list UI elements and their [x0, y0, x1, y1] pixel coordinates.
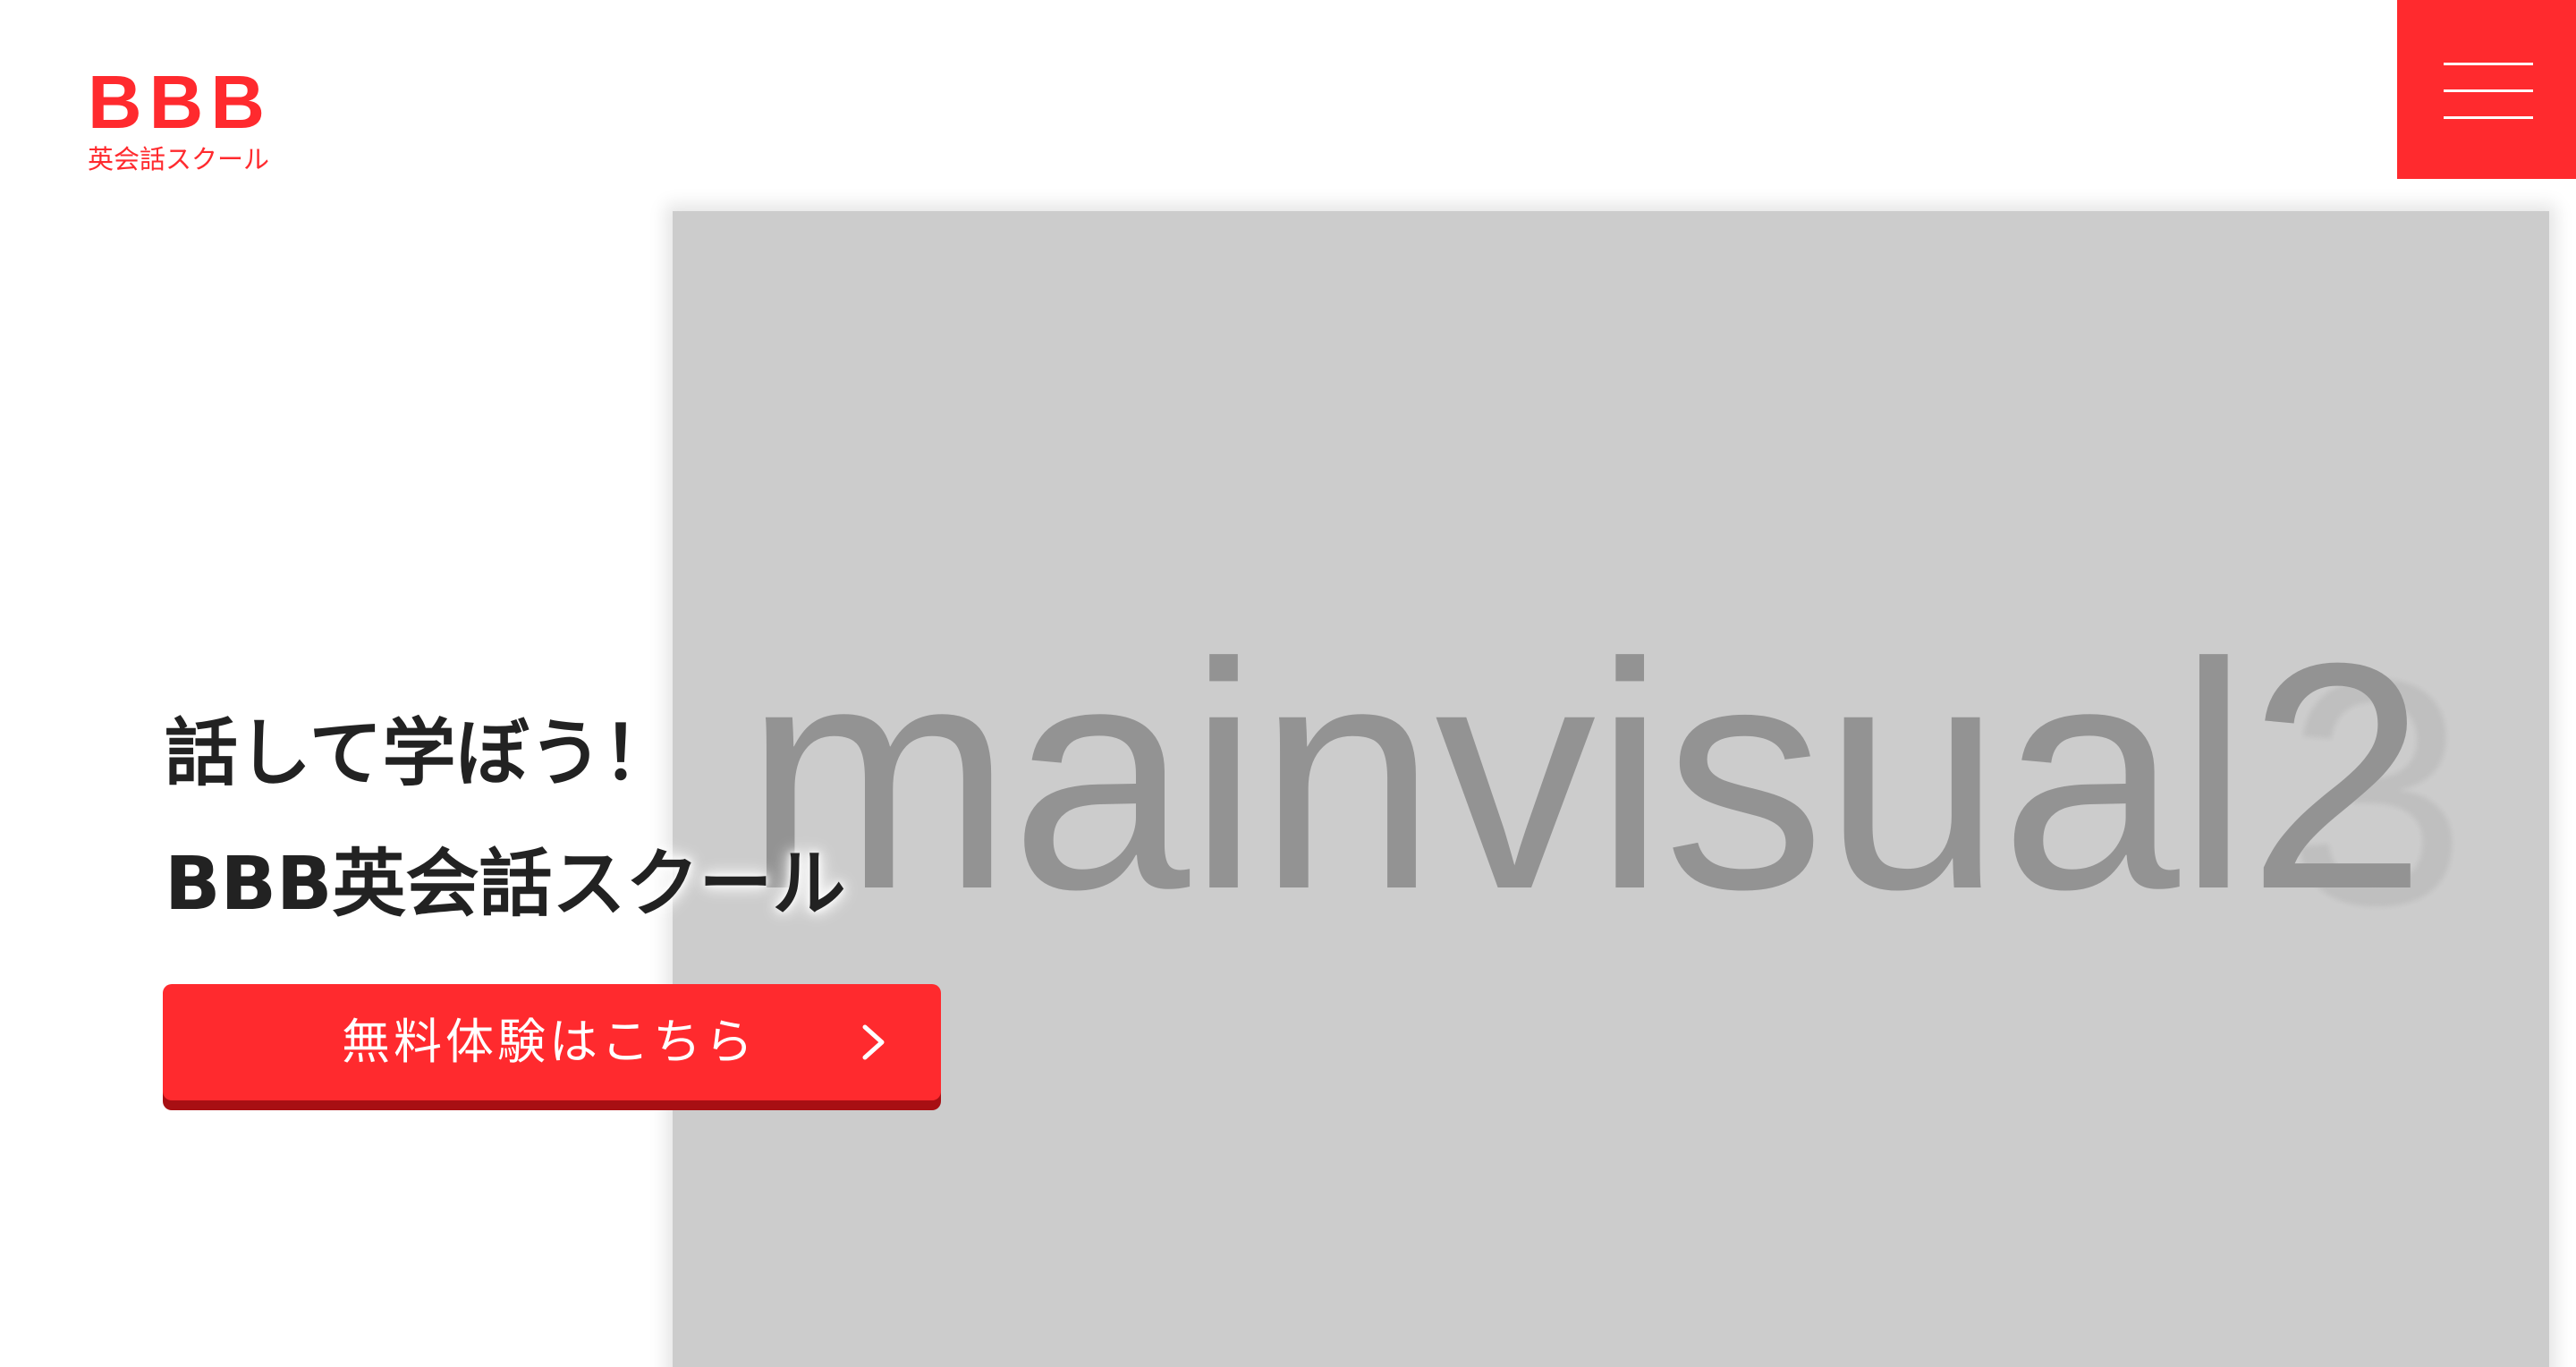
hero-catchcopy: 話して学ぼう！ BBB英会話スクール: [165, 689, 846, 950]
hero-catchcopy-line1: 話して学ぼう！: [165, 711, 676, 796]
menu-button[interactable]: [2397, 0, 2576, 179]
free-trial-button-label: 無料体験はこちら: [342, 1014, 757, 1070]
page: BBB 英会話スクール 3 mainvisual2 話して学ぼう！ BBB英会話…: [0, 0, 2576, 1367]
chevron-right-icon: [862, 1024, 885, 1060]
main-visual-placeholder-text: mainvisual2: [744, 597, 2427, 956]
site-logo[interactable]: BBB 英会話スクール: [88, 64, 275, 174]
logo-tagline: 英会話スクール: [88, 144, 270, 174]
free-trial-button[interactable]: 無料体験はこちら: [163, 984, 941, 1100]
menu-bar-top: [2444, 63, 2533, 65]
menu-bar-middle: [2444, 89, 2533, 92]
main-visual: 3 mainvisual2: [673, 211, 2549, 1367]
hero-catchcopy-line2: BBB英会話スクール: [165, 842, 846, 927]
logo-wordmark: BBB: [88, 60, 272, 144]
menu-bar-bottom: [2444, 116, 2533, 119]
